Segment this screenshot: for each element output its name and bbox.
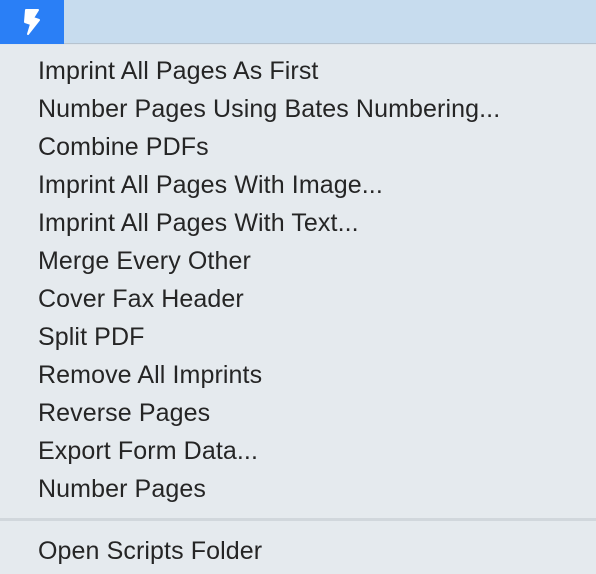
menu-bar [0, 0, 596, 44]
script-s-icon [19, 7, 45, 37]
menu-item-imprint-with-image[interactable]: Imprint All Pages With Image... [0, 166, 596, 204]
menu-item-cover-fax-header[interactable]: Cover Fax Header [0, 280, 596, 318]
menu-separator [0, 518, 596, 521]
menu-item-remove-all-imprints[interactable]: Remove All Imprints [0, 356, 596, 394]
menu-item-merge-every-other[interactable]: Merge Every Other [0, 242, 596, 280]
script-menu-dropdown: Imprint All Pages As First Number Pages … [0, 45, 596, 574]
menu-item-split-pdf[interactable]: Split PDF [0, 318, 596, 356]
script-menu-button[interactable] [0, 0, 64, 44]
menu-item-imprint-with-text[interactable]: Imprint All Pages With Text... [0, 204, 596, 242]
menu-item-export-form-data[interactable]: Export Form Data... [0, 432, 596, 470]
menu-item-number-pages-bates[interactable]: Number Pages Using Bates Numbering... [0, 90, 596, 128]
menu-item-open-scripts-folder[interactable]: Open Scripts Folder [0, 532, 596, 570]
menu-item-reverse-pages[interactable]: Reverse Pages [0, 394, 596, 432]
menu-item-imprint-all-pages-as-first[interactable]: Imprint All Pages As First [0, 52, 596, 90]
menu-item-number-pages[interactable]: Number Pages [0, 470, 596, 508]
menu-item-combine-pdfs[interactable]: Combine PDFs [0, 128, 596, 166]
